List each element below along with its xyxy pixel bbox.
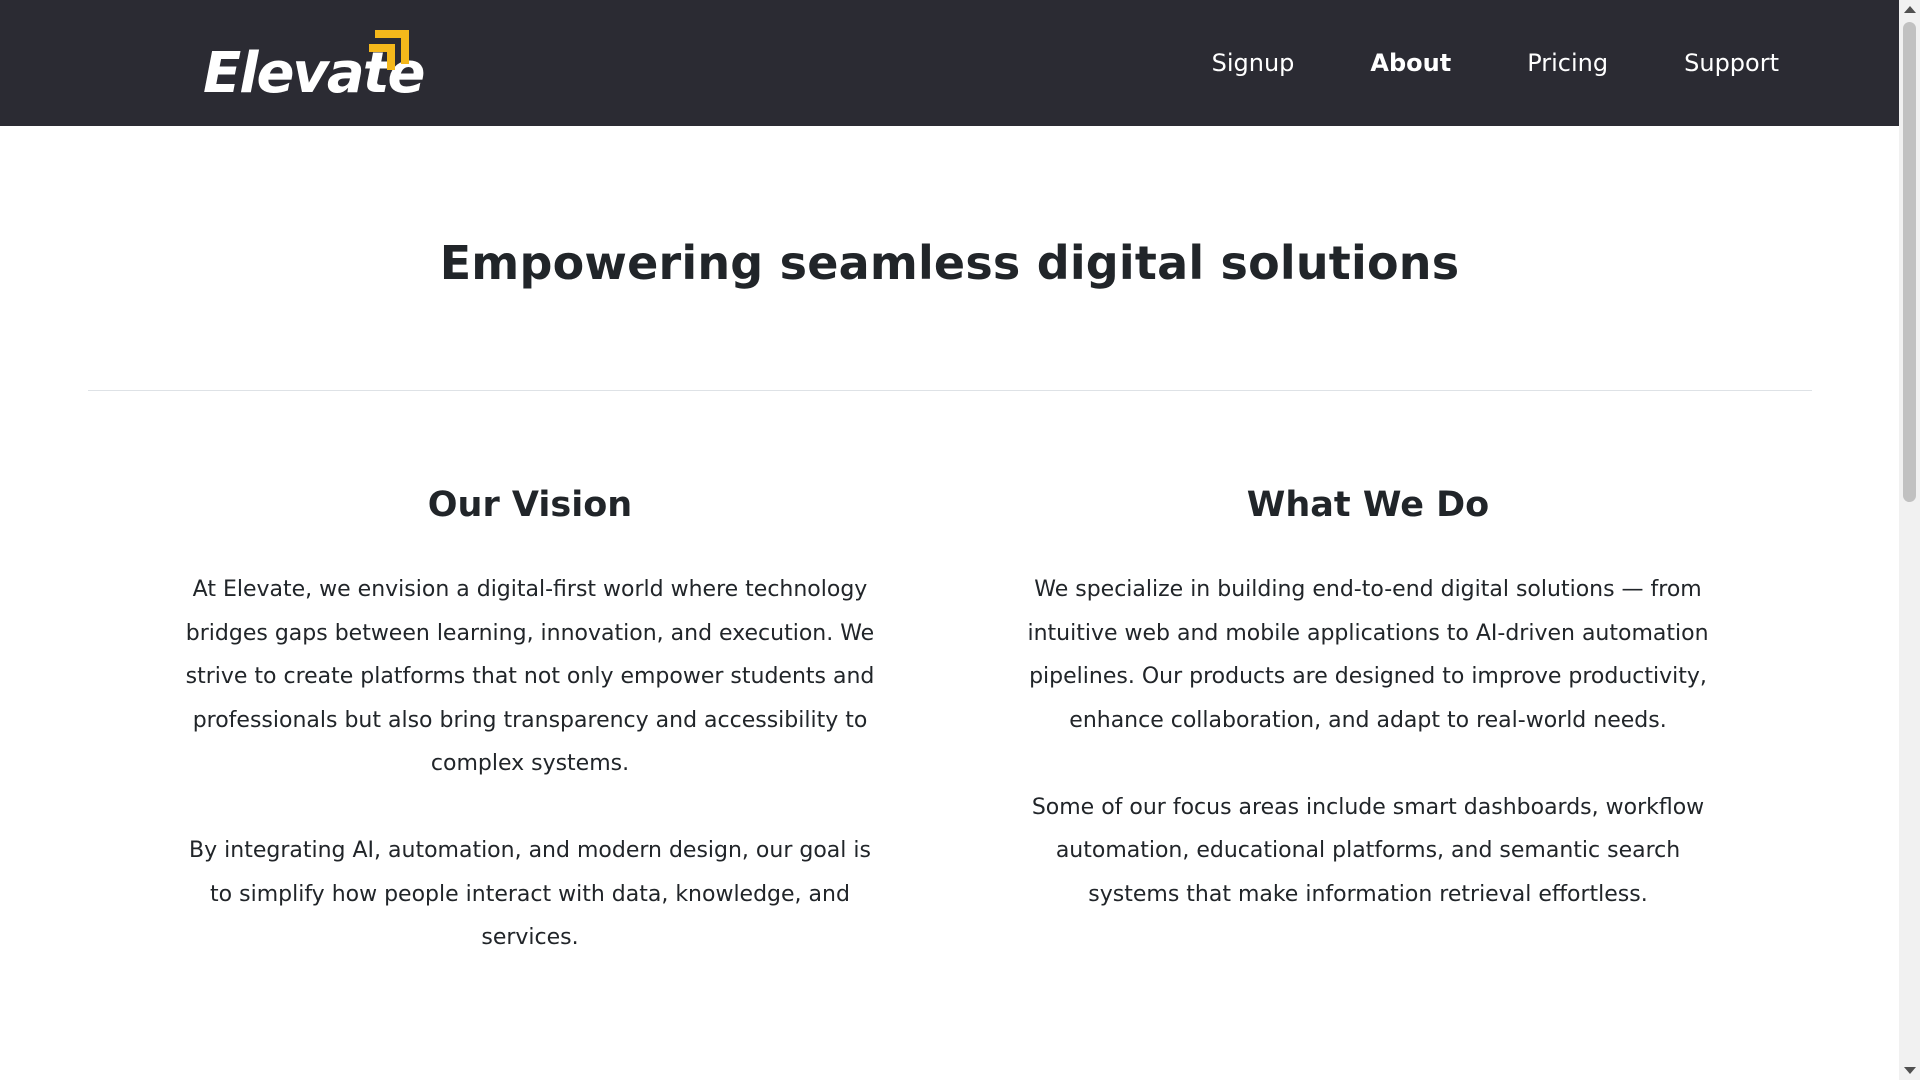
- section-divider: [88, 390, 1812, 391]
- site-header: Elevate Signup About Pricing Support: [0, 0, 1899, 126]
- what-we-do-title: What We Do: [1246, 485, 1490, 525]
- nav-about[interactable]: About: [1370, 49, 1451, 77]
- nav-pricing[interactable]: Pricing: [1527, 49, 1608, 77]
- scroll-thumb[interactable]: [1903, 22, 1916, 502]
- upward-arrows-icon: [369, 30, 409, 70]
- main-nav: Signup About Pricing Support: [1136, 0, 1779, 126]
- what-we-do-paragraph: Some of our focus areas include smart da…: [1031, 794, 1705, 907]
- nav-support[interactable]: Support: [1684, 49, 1779, 77]
- vision-title: Our Vision: [427, 485, 633, 525]
- brand-logo[interactable]: Elevate: [203, 26, 425, 102]
- scroll-up-icon[interactable]: [1904, 6, 1916, 13]
- nav-signup[interactable]: Signup: [1212, 49, 1295, 77]
- page: Elevate Signup About Pricing Support Emp…: [0, 0, 1920, 1080]
- vision-paragraph: By integrating AI, automation, and moder…: [189, 838, 871, 950]
- vision-paragraph: At Elevate, we envision a digital-first …: [185, 577, 875, 776]
- page-title: Empowering seamless digital solutions: [439, 236, 1460, 290]
- main-content: Empowering seamless digital solutions Ou…: [0, 126, 1899, 1080]
- what-we-do-section: What We Do We specialize in building end…: [1018, 484, 1718, 960]
- what-we-do-paragraph: We specialize in building end-to-end dig…: [1027, 577, 1709, 733]
- page-scrollbar[interactable]: [1899, 0, 1920, 1080]
- scroll-down-icon[interactable]: [1904, 1067, 1916, 1074]
- vision-section: Our Vision At Elevate, we envision a dig…: [180, 484, 880, 1003]
